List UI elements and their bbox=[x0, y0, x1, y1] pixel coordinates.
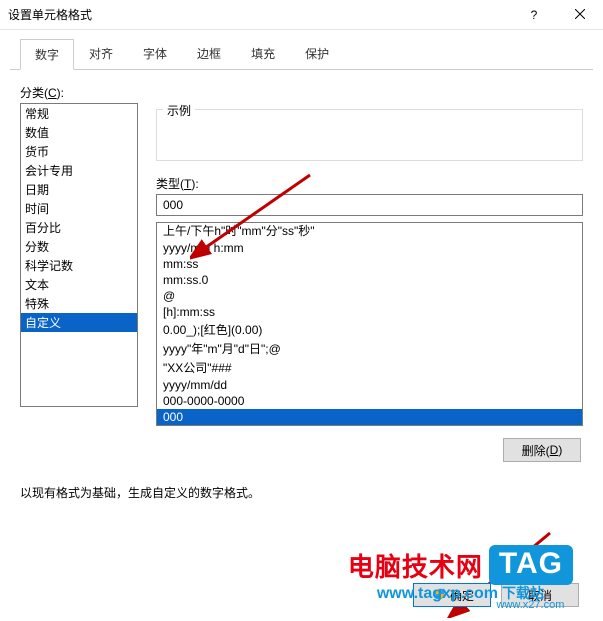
category-item[interactable]: 文本 bbox=[21, 275, 137, 294]
format-item[interactable]: 上午/下午h"时"mm"分"ss"秒" bbox=[157, 222, 582, 240]
tab-1[interactable]: 对齐 bbox=[74, 38, 128, 69]
tab-3[interactable]: 边框 bbox=[182, 38, 236, 69]
tabs: 数字对齐字体边框填充保护 bbox=[10, 30, 593, 70]
type-input[interactable] bbox=[156, 194, 583, 216]
category-item[interactable]: 百分比 bbox=[21, 218, 137, 237]
category-item[interactable]: 常规 bbox=[21, 104, 137, 123]
category-item[interactable]: 特殊 bbox=[21, 294, 137, 313]
shield-icon bbox=[430, 588, 446, 603]
help-button[interactable]: ? bbox=[511, 0, 557, 29]
titlebar: 设置单元格格式 ? bbox=[0, 0, 603, 30]
tab-4[interactable]: 填充 bbox=[236, 38, 290, 69]
tab-2[interactable]: 字体 bbox=[128, 38, 182, 69]
help-icon: ? bbox=[531, 8, 538, 22]
format-item[interactable]: "XX公司"### bbox=[157, 358, 582, 377]
format-item[interactable]: 0.00_);[红色](0.00) bbox=[157, 320, 582, 339]
category-list[interactable]: 常规数值货币会计专用日期时间百分比分数科学记数文本特殊自定义 bbox=[20, 103, 138, 407]
format-item[interactable]: yyyy/mm/dd bbox=[157, 377, 582, 393]
titlebar-controls: ? bbox=[511, 0, 603, 29]
category-item[interactable]: 分数 bbox=[21, 237, 137, 256]
format-item[interactable]: yyyy"年"m"月"d"日";@ bbox=[157, 339, 582, 358]
format-item[interactable]: 000 bbox=[157, 409, 582, 425]
format-item[interactable]: [h]:mm:ss bbox=[157, 304, 582, 320]
format-item[interactable]: mm:ss bbox=[157, 256, 582, 272]
tab-0[interactable]: 数字 bbox=[20, 39, 74, 70]
ok-button[interactable]: 确定 bbox=[413, 583, 491, 607]
close-icon bbox=[575, 8, 585, 22]
category-item[interactable]: 科学记数 bbox=[21, 256, 137, 275]
format-item[interactable]: 000-0000-0000 bbox=[157, 393, 582, 409]
format-item[interactable]: mm:ss.0 bbox=[157, 272, 582, 288]
close-button[interactable] bbox=[557, 0, 603, 29]
footer-buttons: 确定 取消 bbox=[413, 583, 579, 607]
format-item[interactable]: yyyy/m/d h:mm bbox=[157, 240, 582, 256]
watermark-tag: TAG bbox=[489, 545, 573, 585]
category-item[interactable]: 自定义 bbox=[21, 313, 137, 332]
format-item[interactable]: @ bbox=[157, 288, 582, 304]
category-label: 分类(C): bbox=[20, 84, 583, 101]
category-item[interactable]: 会计专用 bbox=[21, 161, 137, 180]
cancel-button[interactable]: 取消 bbox=[501, 583, 579, 607]
sample-label: 示例 bbox=[163, 102, 195, 119]
delete-button[interactable]: 删除(D) bbox=[503, 438, 581, 462]
tab-5[interactable]: 保护 bbox=[290, 38, 344, 69]
format-list[interactable]: 上午/下午h"时"mm"分"ss"秒"yyyy/m/d h:mmmm:ssmm:… bbox=[156, 222, 583, 426]
sample-box: 示例 bbox=[156, 109, 583, 161]
category-item[interactable]: 货币 bbox=[21, 142, 137, 161]
note-text: 以现有格式为基础，生成自定义的数字格式。 bbox=[20, 484, 583, 501]
type-label: 类型(T): bbox=[156, 175, 583, 192]
window-title: 设置单元格格式 bbox=[8, 6, 92, 23]
category-item[interactable]: 日期 bbox=[21, 180, 137, 199]
category-item[interactable]: 时间 bbox=[21, 199, 137, 218]
category-item[interactable]: 数值 bbox=[21, 123, 137, 142]
watermark-cn: 电脑技术网 bbox=[348, 547, 483, 584]
